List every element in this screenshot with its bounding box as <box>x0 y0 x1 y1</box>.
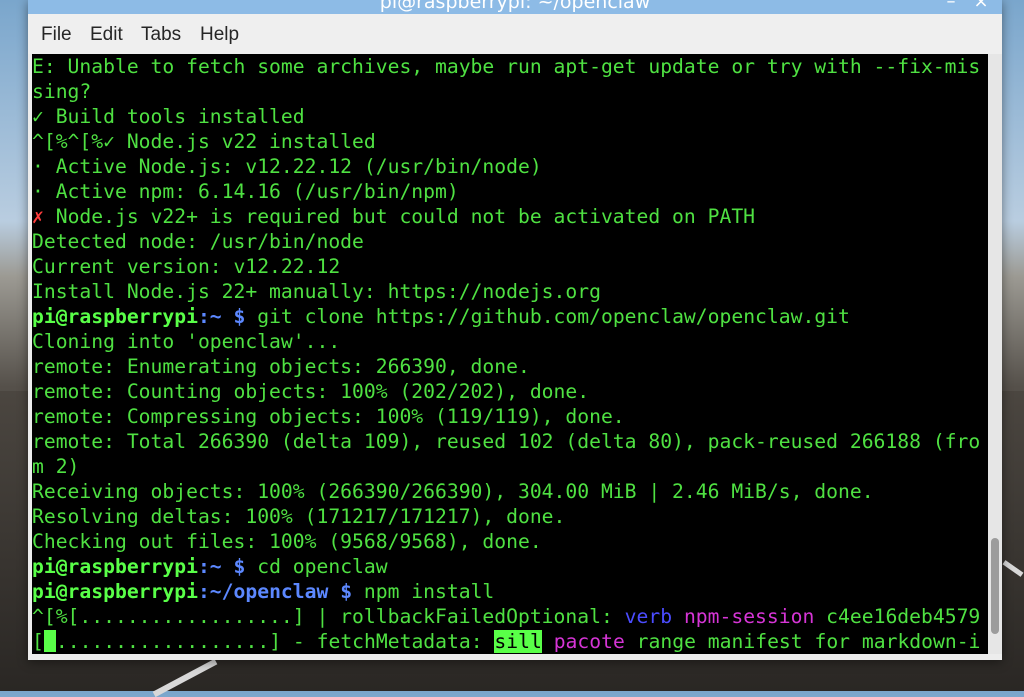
terminal-line: ✗ Node.js v22+ is required but could not… <box>32 205 756 228</box>
terminal-line: remote: Total 266390 (delta 109), reused… <box>32 430 981 453</box>
terminal-scrollbar[interactable] <box>988 54 1002 654</box>
prompt-path: :~ $ <box>197 305 246 328</box>
error-cross-icon: ✗ <box>32 205 44 228</box>
menu-bar: File Edit Tabs Help <box>28 14 1002 54</box>
prompt-path: :~/openclaw $ <box>197 580 353 603</box>
terminal-line: pi@raspberrypi:~ $ cd openclaw <box>32 555 388 578</box>
terminal-line: ✓ Build tools installed <box>32 105 305 128</box>
terminal-window: pi@raspberrypi: ~/openclaw – × File Edit… <box>28 0 1002 660</box>
terminal-line: m 2) <box>32 455 80 478</box>
terminal-line: remote: Counting objects: 100% (202/202)… <box>32 380 590 403</box>
menu-help[interactable]: Help <box>200 24 239 46</box>
terminal-line: pi@raspberrypi:~/openclaw $ npm install <box>32 580 495 603</box>
terminal-output[interactable]: E: Unable to fetch some archives, maybe … <box>32 54 988 654</box>
terminal-line: ^[%^[%✓ Node.js v22 installed <box>32 130 376 153</box>
prompt-user: pi@raspberrypi <box>32 555 198 578</box>
window-title: pi@raspberrypi: ~/openclaw <box>379 0 651 13</box>
terminal-line: · Active Node.js: v12.22.12 (/usr/bin/no… <box>32 155 542 178</box>
terminal-line: Resolving deltas: 100% (171217/171217), … <box>32 505 566 528</box>
terminal-line: remote: Compressing objects: 100% (119/1… <box>32 405 625 428</box>
terminal-line: sing? <box>32 80 92 103</box>
terminal-line: · Active npm: 6.14.16 (/usr/bin/npm) <box>32 180 459 203</box>
terminal-line: ^[%[..................] | rollbackFailed… <box>32 605 981 628</box>
terminal-line: Checking out files: 100% (9568/9568), do… <box>32 530 542 553</box>
terminal-line: pi@raspberrypi:~ $ git clone https://git… <box>32 305 850 328</box>
terminal-line: Install Node.js 22+ manually: https://no… <box>32 280 601 303</box>
scrollbar-thumb[interactable] <box>991 538 999 634</box>
terminal-line: Detected node: /usr/bin/node <box>32 230 364 253</box>
terminal-line: Cloning into 'openclaw'... <box>32 330 341 353</box>
prompt-user: pi@raspberrypi <box>32 580 198 603</box>
terminal-line: [..................] - fetchMetadata: si… <box>32 630 981 653</box>
menu-file[interactable]: File <box>41 24 72 46</box>
terminal-line: Current version: v12.22.12 <box>32 255 341 278</box>
menu-edit[interactable]: Edit <box>90 24 123 46</box>
road-marking <box>152 658 218 697</box>
terminal-line: remote: Enumerating objects: 266390, don… <box>32 355 530 378</box>
title-bar[interactable]: pi@raspberrypi: ~/openclaw – × <box>28 0 1002 14</box>
minimize-icon[interactable]: – <box>940 0 962 12</box>
terminal-line: Receiving objects: 100% (266390/266390),… <box>32 480 874 503</box>
menu-tabs[interactable]: Tabs <box>141 24 181 46</box>
prompt-path: :~ $ <box>197 555 246 578</box>
close-icon[interactable]: × <box>970 0 992 12</box>
road-marking <box>1002 560 1024 577</box>
text-cursor <box>43 630 56 652</box>
terminal-line: E: Unable to fetch some archives, maybe … <box>32 55 981 78</box>
prompt-user: pi@raspberrypi <box>32 305 198 328</box>
